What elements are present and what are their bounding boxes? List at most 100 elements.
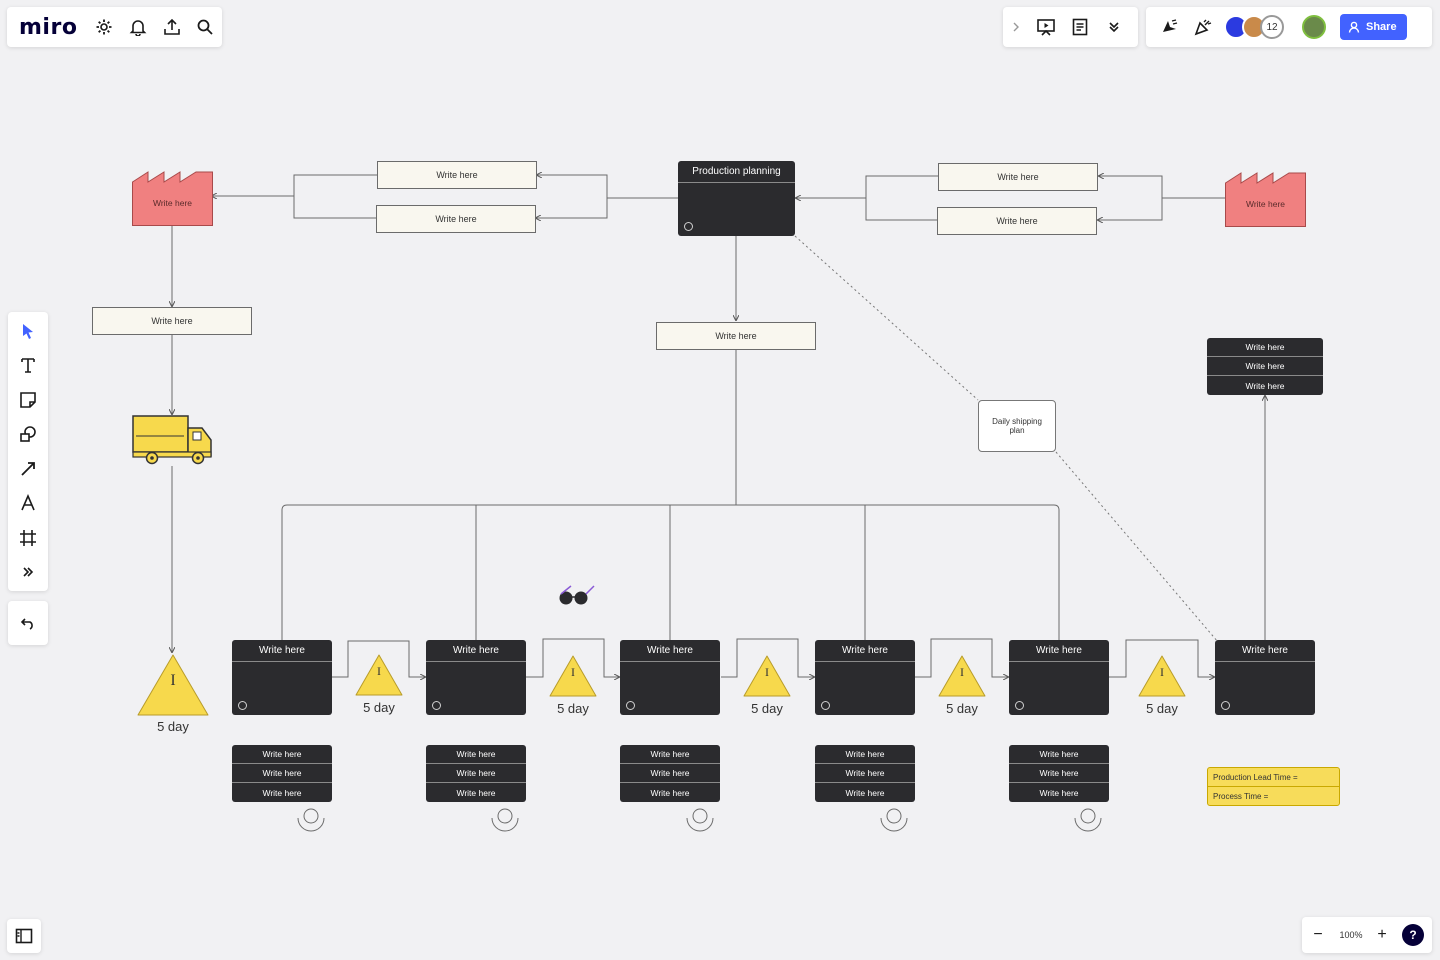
collaborators-count-badge: 12 <box>1260 15 1284 39</box>
sticky-note-tool[interactable] <box>12 384 44 416</box>
notifications-button[interactable] <box>121 10 155 44</box>
settings-button[interactable] <box>87 10 121 44</box>
gear-icon <box>96 19 112 35</box>
shipping-schedule-box[interactable]: Write here <box>92 307 252 335</box>
collaborators[interactable]: 12 <box>1220 13 1296 41</box>
undo-button[interactable] <box>12 607 44 639</box>
connection-line-tool[interactable] <box>12 453 44 485</box>
list-item: Write here <box>262 787 302 798</box>
inventory-days-label: 5 day <box>751 701 783 716</box>
celebrate-button[interactable] <box>1186 10 1220 44</box>
list-item: Write here <box>426 764 526 783</box>
inventory-triangle-icon[interactable]: I <box>742 654 792 698</box>
chevron-right-icon <box>1013 22 1019 32</box>
cycle-icon <box>1015 701 1024 710</box>
process-title: Write here <box>815 640 915 662</box>
export-button[interactable] <box>155 10 189 44</box>
zoom-level[interactable]: 100% <box>1334 930 1368 940</box>
process-title: Write here <box>1009 640 1109 662</box>
production-planning-box[interactable]: Production planning <box>678 161 795 236</box>
pen-tool[interactable] <box>12 487 44 519</box>
inventory-symbol: I <box>1160 665 1164 679</box>
cursor-toggle-button[interactable] <box>1152 10 1186 44</box>
double-chevron-right-icon <box>23 567 34 577</box>
cycle-icon <box>684 222 693 231</box>
bell-icon <box>129 20 147 36</box>
inventory-triangle-icon[interactable]: I <box>1137 654 1187 698</box>
list-item: Write here <box>1009 745 1109 764</box>
presentation-button[interactable] <box>1029 10 1063 44</box>
cycle-icon <box>238 701 247 710</box>
process-box[interactable]: Write here <box>232 640 332 715</box>
text-tool[interactable] <box>12 349 44 381</box>
avatar[interactable] <box>1302 15 1326 39</box>
process-box[interactable]: Write here <box>620 640 720 715</box>
process-data-box[interactable]: Write here Write here Write here <box>1009 745 1109 802</box>
help-button[interactable]: ? <box>1402 924 1424 946</box>
process-data-box[interactable]: Write here Write here Write here <box>232 745 332 802</box>
share-button[interactable]: Share <box>1340 14 1407 40</box>
share-label: Share <box>1366 21 1397 33</box>
text-icon <box>21 358 35 373</box>
shipping-stack[interactable]: Write here Write here Write here <box>1207 338 1323 395</box>
zoom-in-button[interactable]: + <box>1368 918 1396 952</box>
customer-info-top[interactable]: Write here <box>938 163 1098 191</box>
customer-info-bottom[interactable]: Write here <box>937 207 1097 235</box>
notes-button[interactable] <box>1063 10 1097 44</box>
inventory-days-label: 5 day <box>1146 701 1178 716</box>
select-tool[interactable] <box>12 315 44 347</box>
customer-factory[interactable]: Write here <box>1225 171 1306 227</box>
list-item: Write here <box>232 745 332 764</box>
inventory-triangle-icon[interactable]: I <box>354 653 404 697</box>
inventory-days-label: 5 day <box>946 701 978 716</box>
list-item: Write here <box>1207 338 1323 357</box>
search-button[interactable] <box>188 10 222 44</box>
process-box[interactable]: Write here <box>815 640 915 715</box>
supplier-factory[interactable]: Write here <box>132 170 213 226</box>
inventory-symbol: I <box>960 665 964 679</box>
inventory-triangle-icon[interactable]: I <box>548 654 598 698</box>
process-box[interactable]: Write here <box>1009 640 1109 715</box>
process-title: Write here <box>620 640 720 662</box>
process-data-box[interactable]: Write here Write here Write here <box>426 745 526 802</box>
daily-shipping-note[interactable]: Daily shipping plan <box>978 400 1056 452</box>
sidebar-toggle-button[interactable] <box>7 919 41 953</box>
schedule-center-box[interactable]: Write here <box>656 322 816 350</box>
frame-tool[interactable] <box>12 522 44 554</box>
shapes-tool[interactable] <box>12 418 44 450</box>
inventory-days-label: 5 day <box>157 719 189 734</box>
process-data-box[interactable]: Write here Write here Write here <box>620 745 720 802</box>
inventory-triangle-icon[interactable]: I <box>937 654 987 698</box>
list-item: Write here <box>815 764 915 783</box>
more-tools-button[interactable] <box>12 556 44 588</box>
zoom-out-button[interactable]: − <box>1302 918 1334 952</box>
search-icon <box>197 19 213 35</box>
list-item: Write here <box>1039 787 1079 798</box>
more-button[interactable] <box>1097 10 1131 44</box>
cycle-icon <box>821 701 830 710</box>
expand-button[interactable] <box>1003 10 1029 44</box>
list-item: Write here <box>426 745 526 764</box>
user-icon <box>1348 21 1360 33</box>
list-item: Write here <box>815 745 915 764</box>
glasses-icon <box>559 585 595 605</box>
list-item: Write here <box>620 764 720 783</box>
process-box[interactable]: Write here <box>426 640 526 715</box>
miro-logo[interactable]: miro <box>7 15 87 40</box>
process-box[interactable]: Write here <box>1215 640 1315 715</box>
process-title: Write here <box>232 640 332 662</box>
cycle-icon <box>432 701 441 710</box>
inventory-symbol: I <box>765 665 769 679</box>
inventory-symbol: I <box>571 665 575 679</box>
inventory-days-label: 5 day <box>363 700 395 715</box>
list-item: Write here <box>1207 357 1323 376</box>
board-canvas[interactable]: Write here Write here Write here Write h… <box>0 0 1440 960</box>
supplier-info-top[interactable]: Write here <box>377 161 537 189</box>
inventory-triangle-icon[interactable]: I <box>136 653 210 717</box>
undo-panel <box>8 601 48 645</box>
truck-icon[interactable] <box>132 414 214 466</box>
process-data-box[interactable]: Write here Write here Write here <box>815 745 915 802</box>
list-item: Write here <box>232 764 332 783</box>
supplier-info-bottom[interactable]: Write here <box>376 205 536 233</box>
lead-time-box[interactable]: Production Lead Time = Process Time = <box>1207 767 1340 806</box>
